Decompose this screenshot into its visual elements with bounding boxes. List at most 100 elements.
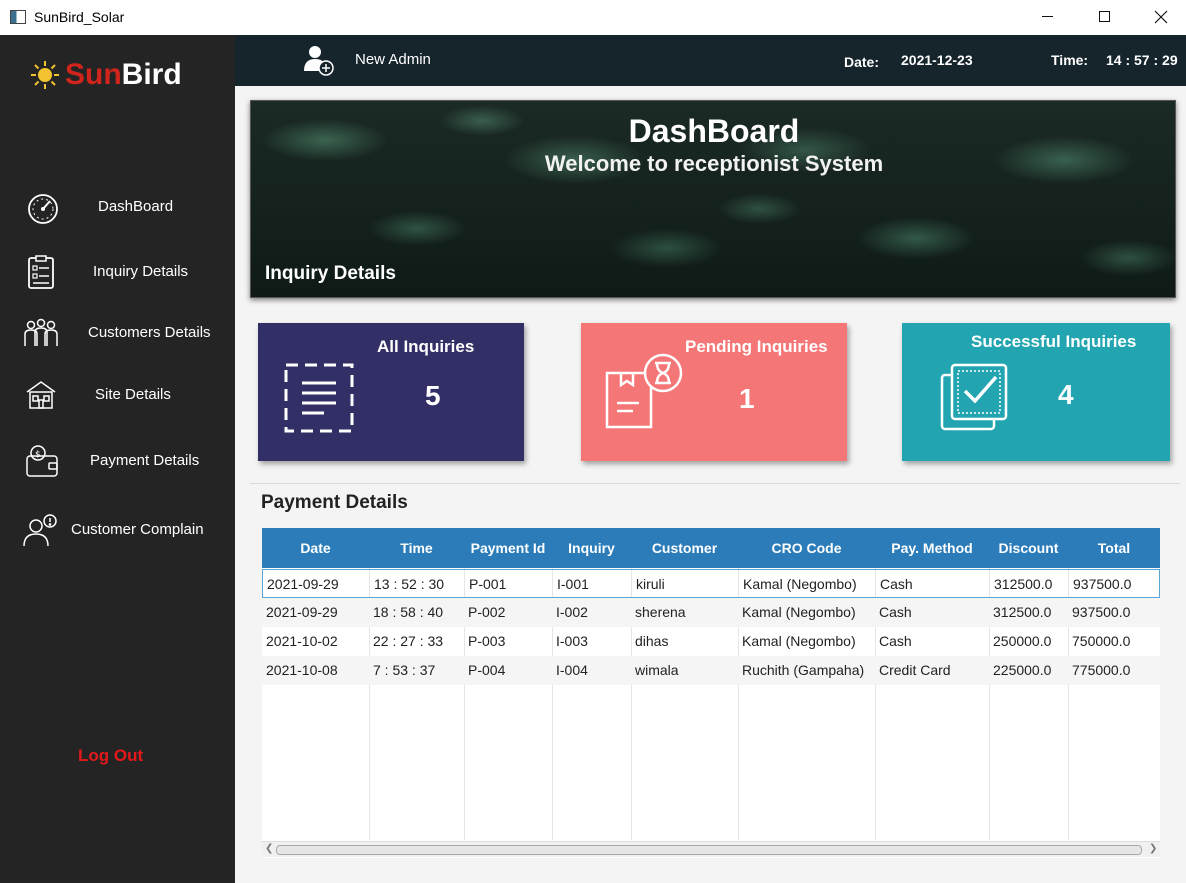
sidebar-item-label: Customers Details (88, 324, 211, 341)
date-value: 2021-12-23 (901, 52, 973, 68)
table-cell: I-002 (556, 604, 588, 620)
table-cell: 937500.0 (1072, 604, 1131, 620)
table-cell: kiruli (636, 576, 665, 592)
column-header-customer[interactable]: Customer (631, 528, 738, 568)
close-button[interactable] (1133, 0, 1186, 33)
table-cell: 2021-10-08 (266, 662, 338, 678)
date-label: Date: (844, 54, 880, 70)
speedometer-icon (28, 194, 58, 224)
table-cell: 312500.0 (993, 604, 1052, 620)
table-cell: 750000.0 (1072, 633, 1131, 649)
table-cell: Cash (880, 576, 913, 592)
hourglass-box-icon (605, 353, 683, 429)
scrollbar-thumb[interactable] (276, 845, 1142, 855)
table-cell: dihas (635, 633, 669, 649)
table-cell: I-003 (556, 633, 588, 649)
table-cell: 13 : 52 : 30 (374, 576, 445, 592)
svg-text:$: $ (35, 450, 41, 460)
admin-name: New Admin (355, 51, 431, 68)
window-title: SunBird_Solar (34, 9, 125, 25)
sidebar-item-inquiry-details[interactable]: Inquiry Details (0, 247, 235, 297)
table-cell: 2021-09-29 (267, 576, 339, 592)
table-cell: Cash (879, 633, 912, 649)
logo: SunBird (30, 58, 182, 92)
main-content: DashBoard Welcome to receptionist System… (235, 86, 1186, 883)
successful-inquiries-card[interactable]: Successful Inquiries 4 (902, 323, 1170, 461)
sidebar-item-label: Inquiry Details (93, 263, 189, 280)
horizontal-scrollbar[interactable]: ❮ ❯ (262, 841, 1160, 857)
table-cell: P-003 (468, 633, 506, 649)
column-header-discount[interactable]: Discount (989, 528, 1068, 568)
close-icon (1154, 10, 1168, 23)
table-row[interactable]: 2021-10-02 22 : 27 : 33 P-003 I-003 diha… (262, 627, 1160, 656)
column-header-cro-code[interactable]: CRO Code (738, 528, 875, 568)
scroll-left-icon[interactable]: ❮ (265, 843, 273, 854)
complaint-icon (23, 514, 57, 547)
pending-inquiries-card[interactable]: Pending Inquiries 1 (581, 323, 847, 461)
column-header-inquiry[interactable]: Inquiry (552, 528, 631, 568)
logout-button[interactable]: Log Out (78, 746, 143, 766)
column-header-time[interactable]: Time (369, 528, 464, 568)
table-cell: 225000.0 (993, 662, 1052, 678)
logo-text-sun: Sun (65, 58, 122, 91)
table-cell: Ruchith (Gampaha) (742, 662, 865, 678)
table-cell: 775000.0 (1072, 662, 1131, 678)
sidebar-item-customers-details[interactable]: Customers Details (0, 308, 235, 358)
sidebar-item-label: Payment Details (90, 452, 200, 469)
section-divider (250, 483, 1180, 484)
card-value: 5 (425, 380, 441, 411)
sidebar-item-payment-details[interactable]: $ Payment Details (0, 436, 235, 486)
payment-table[interactable]: Date Time Payment Id Inquiry Customer CR… (262, 528, 1160, 858)
table-cell: 937500.0 (1073, 576, 1132, 592)
sun-icon (31, 61, 59, 89)
table-cell: wimala (635, 662, 679, 678)
maximize-button[interactable] (1076, 0, 1132, 33)
sidebar-item-customer-complain[interactable]: Customer Complain (0, 505, 235, 555)
table-cell: I-004 (556, 662, 588, 678)
time-label: Time: (1051, 52, 1089, 68)
checked-box-icon (940, 363, 1008, 431)
table-cell: Kamal (Negombo) (742, 604, 856, 620)
people-icon (24, 318, 58, 346)
column-header-date[interactable]: Date (262, 528, 369, 568)
card-title: Pending Inquiries (685, 337, 828, 356)
table-cell: I-001 (557, 576, 589, 592)
sidebar-item-site-details[interactable]: Site Details (0, 370, 235, 420)
sidebar-item-label: Site Details (95, 386, 171, 403)
minimize-button[interactable] (1019, 0, 1075, 33)
table-cell: P-004 (468, 662, 506, 678)
scroll-right-icon[interactable]: ❯ (1149, 843, 1157, 854)
add-user-icon[interactable] (301, 43, 335, 77)
logo-text-bird: Bird (121, 58, 182, 91)
table-row[interactable]: 2021-09-29 18 : 58 : 40 P-002 I-002 sher… (262, 598, 1160, 627)
list-icon (284, 363, 354, 433)
column-header-payment-id[interactable]: Payment Id (464, 528, 552, 568)
minimize-icon (1041, 16, 1053, 17)
table-cell: Cash (879, 604, 912, 620)
table-cell: P-002 (468, 604, 506, 620)
table-cell: 18 : 58 : 40 (373, 604, 444, 620)
card-title: Successful Inquiries (971, 332, 1137, 351)
sidebar-item-label: DashBoard (98, 198, 174, 215)
table-row[interactable]: 2021-09-29 13 : 52 : 30 P-001 I-001 kiru… (262, 569, 1160, 598)
all-inquiries-card[interactable]: All Inquiries 5 (258, 323, 524, 461)
table-cell: Kamal (Negombo) (743, 576, 857, 592)
banner-subtitle: Welcome to receptionist System (544, 151, 884, 176)
column-header-pay-method[interactable]: Pay. Method (875, 528, 989, 568)
card-value: 4 (1058, 379, 1074, 410)
sidebar-item-label: Customer Complain (71, 521, 204, 538)
table-cell: 22 : 27 : 33 (373, 633, 444, 649)
maximize-icon (1098, 11, 1110, 22)
table-cell: Credit Card (879, 662, 951, 678)
dashboard-banner: DashBoard Welcome to receptionist System… (250, 100, 1176, 298)
table-row[interactable]: 2021-10-08 7 : 53 : 37 P-004 I-004 wimal… (262, 656, 1160, 685)
sidebar-item-dashboard[interactable]: DashBoard (0, 182, 235, 232)
banner-title: DashBoard (628, 113, 800, 149)
wallet-icon: $ (26, 445, 58, 477)
sidebar: SunBird DashBoard Inquiry Details Custom… (0, 35, 235, 883)
payment-details-title: Payment Details (261, 492, 408, 513)
app-icon (10, 10, 26, 24)
column-header-total[interactable]: Total (1068, 528, 1160, 568)
table-cell: 2021-09-29 (266, 604, 338, 620)
banner-section-label: Inquiry Details (265, 263, 396, 284)
